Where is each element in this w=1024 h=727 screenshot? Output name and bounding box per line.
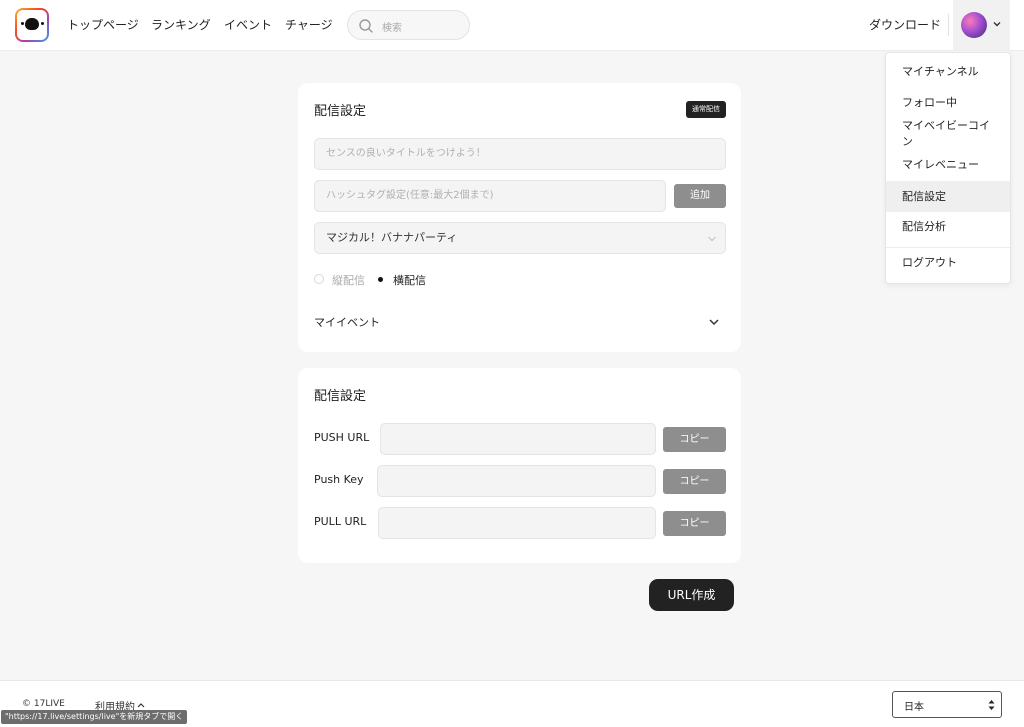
search-icon [359,19,373,33]
search-input[interactable]: 検索 [347,10,470,40]
chevron-down-icon [708,236,716,242]
menu-item-stream-settings[interactable]: 配信設定 [886,181,1010,212]
menu-divider [886,247,1010,248]
account-dropdown-menu: マイチャンネル フォロー中 マイベイビーコイ ン マイレベニュー 配信設定 配信… [885,52,1011,284]
copyright-text: © 17LIVE [22,699,65,709]
copy-pull-url-button[interactable]: コピー [663,511,726,536]
my-event-label: マイイベント [314,316,380,329]
vertical-stream-radio[interactable] [314,274,324,284]
url-settings-card: 配信設定 PUSH URL コピー Push Key コピー PULL URL … [298,368,741,563]
menu-item-baby-coin-wrap[interactable]: ン [886,134,1010,149]
my-event-chevron-down-icon[interactable] [708,318,720,326]
nav-charge[interactable]: チャージ [285,16,333,33]
nav-event[interactable]: イベント [224,16,272,33]
select-arrows-icon [988,700,995,710]
url-settings-title: 配信設定 [314,389,367,404]
menu-item-baby-coin[interactable]: マイベイビーコイ [886,118,1010,133]
stream-type-badge: 通常配信 [686,101,726,118]
pull-url-label: PULL URL [314,515,367,528]
push-key-label: Push Key [314,473,364,486]
push-key-field[interactable] [377,465,656,497]
menu-item-my-revenue[interactable]: マイレベニュー [886,157,1010,172]
horizontal-stream-label: 横配信 [393,274,426,287]
app-logo[interactable] [15,8,49,42]
menu-item-stream-analytics[interactable]: 配信分析 [886,219,1010,234]
menu-item-following[interactable]: フォロー中 [886,95,1010,110]
link-status-tooltip: "https://17.live/settings/live"を新規タブで開く [1,710,188,724]
chevron-up-icon[interactable] [137,702,145,708]
menu-item-logout[interactable]: ログアウト [886,255,1010,270]
hashtag-input[interactable]: ハッシュタグ設定(任意:最大2個まで) [314,180,666,212]
language-select[interactable]: 日本 [892,691,1002,718]
header-divider [948,14,949,36]
push-url-label: PUSH URL [314,431,370,444]
copy-push-key-button[interactable]: コピー [663,469,726,494]
language-selected-value: 日本 [904,702,924,713]
menu-item-my-channel[interactable]: マイチャンネル [886,64,1010,79]
copy-push-url-button[interactable]: コピー [663,427,726,452]
stream-settings-title: 配信設定 [314,104,367,119]
logo-icon [17,10,47,40]
avatar [961,12,987,38]
vertical-stream-label: 縦配信 [332,274,365,287]
category-selected-value: マジカル！バナナパーティ [326,231,458,244]
category-select[interactable]: マジカル！バナナパーティ [314,222,726,254]
nav-top-page[interactable]: トップページ [67,16,139,33]
horizontal-stream-radio[interactable] [375,274,385,284]
top-header: トップページ ランキング イベント チャージ 検索 ダウンロード [0,0,1024,51]
stream-title-input[interactable]: センスの良いタイトルをつけよう！ [314,138,726,170]
stream-settings-card: 配信設定 通常配信 センスの良いタイトルをつけよう！ ハッシュタグ設定(任意:最… [298,83,741,352]
add-hashtag-button[interactable]: 追加 [674,184,726,208]
nav-ranking[interactable]: ランキング [151,16,211,33]
chevron-down-icon [993,22,1001,27]
search-placeholder: 検索 [382,23,402,34]
create-url-button[interactable]: URL作成 [649,579,734,611]
account-menu-toggle[interactable] [953,0,1010,51]
download-link[interactable]: ダウンロード [869,16,941,33]
push-url-field[interactable] [380,423,656,455]
pull-url-field[interactable] [378,507,656,539]
